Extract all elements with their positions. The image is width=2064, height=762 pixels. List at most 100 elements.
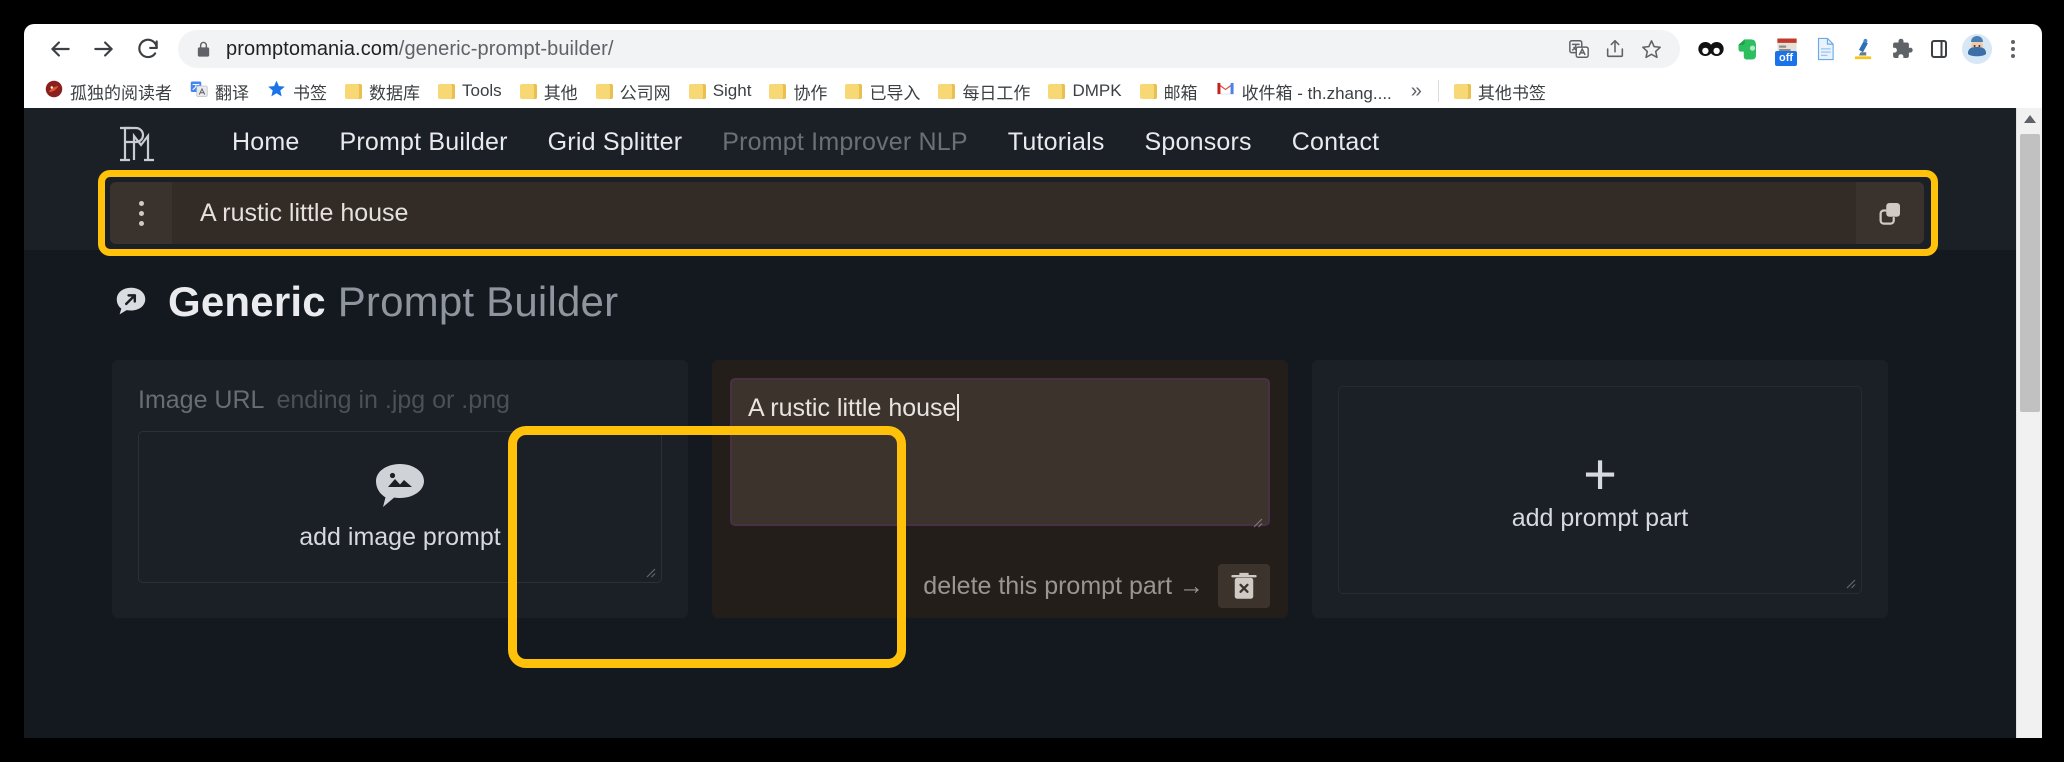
image-bubble-icon [373, 462, 427, 517]
image-prompt-card: Image URL ending in .jpg or .png add ima… [112, 360, 688, 618]
folder-icon [845, 83, 863, 99]
bookmark-item[interactable]: 孤独的阅读者 [36, 77, 181, 105]
bookmark-item[interactable]: 翻译 [181, 77, 258, 105]
web-page: Home Prompt Builder Grid Splitter Prompt… [24, 108, 2042, 738]
prompt-bar-drag-handle[interactable] [110, 182, 172, 244]
bookmark-star-icon[interactable] [1636, 34, 1666, 64]
screenshot-root: promptomania.com/generic-prompt-builder/ [0, 0, 2064, 762]
bookmark-label: 公司网 [619, 83, 671, 103]
resize-grip-icon[interactable] [642, 564, 656, 578]
reload-button[interactable] [126, 27, 170, 71]
bookmark-label: 已导入 [869, 83, 921, 103]
extension-icons: off [1686, 32, 2028, 66]
share-icon[interactable] [1600, 34, 1630, 64]
bookmark-folder[interactable]: 邮箱 [1131, 77, 1207, 105]
delete-prompt-part-button[interactable] [1218, 564, 1270, 608]
folder-icon [1048, 83, 1066, 99]
bookmark-label: Tools [462, 81, 502, 100]
bookmark-folder[interactable]: 公司网 [587, 77, 680, 105]
add-prompt-part-button[interactable]: + add prompt part [1338, 386, 1862, 594]
prompt-bar[interactable]: A rustic little house [110, 182, 1924, 244]
prompt-part-value: A rustic little house [748, 394, 957, 422]
glasses-icon[interactable] [1694, 32, 1728, 66]
folder-icon [769, 83, 787, 99]
bookmark-folder[interactable]: 数据库 [336, 77, 429, 105]
bookmark-label: 邮箱 [1163, 83, 1198, 103]
scrollbar-up-arrow-icon[interactable] [2017, 108, 2042, 130]
adblock-off-icon[interactable]: off [1770, 32, 1804, 66]
resize-grip-icon[interactable] [1249, 506, 1263, 528]
bookmark-label: 其他 [543, 83, 578, 103]
gmail-icon [1216, 81, 1235, 101]
title-bold: Generic [168, 278, 326, 325]
bookmark-item[interactable]: 书签 [258, 77, 336, 105]
bookmark-item[interactable]: 收件箱 - th.zhang.... [1207, 77, 1401, 105]
puzzle-extensions-icon[interactable] [1884, 32, 1918, 66]
prompt-bar-value: A rustic little house [200, 198, 409, 227]
sidepanel-icon[interactable] [1922, 32, 1956, 66]
browser-chrome: promptomania.com/generic-prompt-builder/ [24, 24, 2042, 108]
prompt-part-card: A rustic little house delete this prompt… [712, 360, 1288, 618]
image-url-field[interactable]: Image URL ending in .jpg or .png [138, 386, 662, 415]
add-image-prompt-dropzone[interactable]: add image prompt [138, 431, 662, 583]
folder-icon [345, 83, 362, 99]
nav-link-tutorials[interactable]: Tutorials [988, 128, 1125, 157]
title-light: Prompt Builder [337, 278, 619, 325]
divider [1437, 80, 1439, 102]
bookmark-label: 协作 [793, 83, 828, 103]
nav-link-prompt-improver-nlp[interactable]: Prompt Improver NLP [702, 128, 988, 157]
bookmark-label: 收件箱 - th.zhang.... [1241, 83, 1392, 103]
plus-icon: + [1583, 441, 1617, 507]
add-image-prompt-label: add image prompt [299, 523, 501, 551]
folder-icon [688, 83, 706, 99]
prompt-part-textarea[interactable]: A rustic little house [730, 378, 1270, 528]
bookmarks-overflow-button[interactable]: » [1401, 80, 1432, 103]
builder-cards: Image URL ending in .jpg or .png add ima… [24, 326, 2016, 618]
bookmark-folder[interactable]: 已导入 [836, 77, 929, 105]
speech-bubble-arrow-icon [112, 282, 152, 322]
folder-icon [1139, 83, 1157, 99]
nav-link-prompt-builder[interactable]: Prompt Builder [320, 128, 528, 157]
nav-link-sponsors[interactable]: Sponsors [1125, 128, 1272, 157]
promptomania-logo-icon[interactable] [110, 113, 168, 171]
other-bookmarks-folder[interactable]: 其他书签 [1445, 77, 1555, 105]
bookmark-label: 孤独的阅读者 [70, 83, 172, 103]
address-bar[interactable]: promptomania.com/generic-prompt-builder/ [178, 30, 1680, 68]
bookmark-folder[interactable]: 协作 [760, 77, 836, 105]
resize-grip-icon[interactable] [1842, 575, 1856, 589]
page-scrollbar[interactable] [2016, 108, 2042, 738]
nav-link-grid-splitter[interactable]: Grid Splitter [528, 128, 703, 157]
folder-icon [519, 83, 537, 99]
google-translate-icon [190, 80, 208, 103]
bookmark-label: 书签 [293, 83, 327, 103]
blue-star-icon [267, 79, 286, 103]
microscope-icon[interactable] [1846, 32, 1880, 66]
bookmark-label: Sight [712, 81, 752, 100]
chrome-menu-button[interactable] [1998, 32, 2028, 66]
other-bookmarks-label: 其他书签 [1477, 83, 1546, 103]
bookmark-label: 翻译 [215, 83, 249, 103]
browser-toolbar: promptomania.com/generic-prompt-builder/ [24, 24, 2042, 74]
bookmark-folder[interactable]: 其他 [511, 77, 587, 105]
profile-avatar[interactable] [1960, 32, 1994, 66]
url-path: /generic-prompt-builder/ [398, 37, 614, 60]
bookmark-folder[interactable]: Tools [429, 77, 511, 105]
text-caret [957, 394, 960, 421]
add-prompt-part-label: add prompt part [1511, 503, 1689, 532]
scrollbar-thumb[interactable] [2020, 134, 2040, 412]
copy-prompt-icon[interactable] [1856, 182, 1924, 244]
bookmark-folder[interactable]: Sight [680, 77, 761, 105]
page-title: Generic Prompt Builder [24, 250, 2016, 326]
translate-icon[interactable] [1564, 34, 1594, 64]
document-icon[interactable] [1808, 32, 1842, 66]
omnibox-actions [1564, 34, 1666, 64]
back-button[interactable] [38, 27, 82, 71]
site-navbar: Home Prompt Builder Grid Splitter Prompt… [24, 108, 2016, 176]
bookmark-folder[interactable]: 每日工作 [929, 77, 1039, 105]
bookmark-folder[interactable]: DMPK [1039, 77, 1130, 105]
nav-link-home[interactable]: Home [212, 128, 320, 157]
evernote-icon[interactable] [1732, 32, 1766, 66]
nav-link-contact[interactable]: Contact [1272, 128, 1400, 157]
forward-button[interactable] [82, 27, 126, 71]
url-domain: promptomania.com [226, 37, 399, 60]
